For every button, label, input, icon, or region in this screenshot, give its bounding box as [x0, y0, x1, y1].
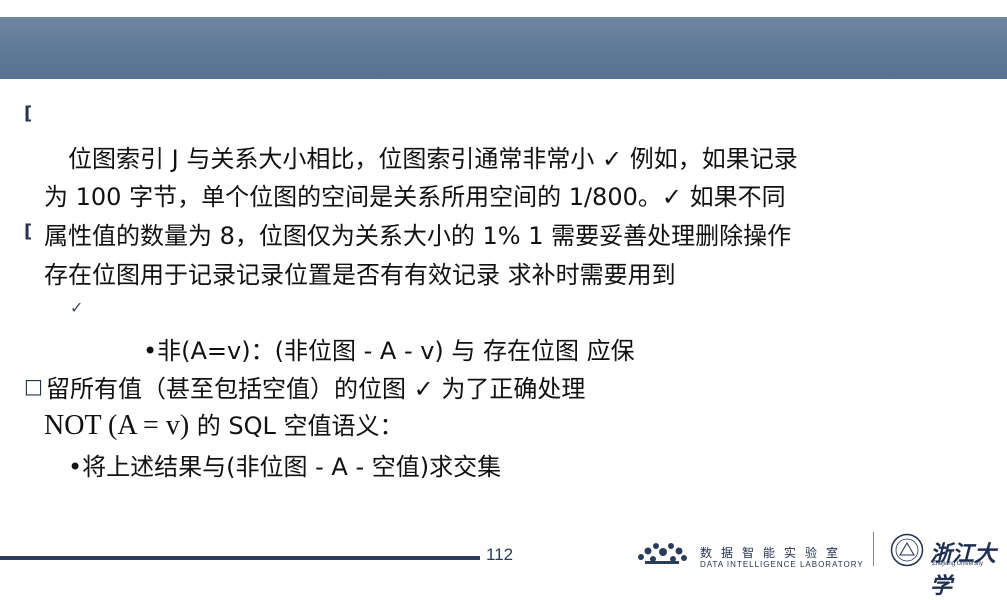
- text-line-2: 为 100 字节，单个位图的空间是关系所用空间的 1/800。✓ 如果不同: [44, 183, 786, 211]
- text-line-6: 留所有值（甚至包括空值）的位图 ✓ 为了正确处理: [46, 375, 586, 403]
- footer-rule: [0, 556, 480, 560]
- bullet-marker-1: [: [24, 103, 33, 124]
- university-name-cn: 浙江大学: [930, 541, 997, 599]
- university-seal-icon: [890, 533, 924, 567]
- lab-logo-icon: [638, 543, 687, 564]
- check-icon: ✓: [70, 298, 84, 317]
- text-line-5: •非(A=v)：(非位图 - A - v) 与 存在位图 应保: [143, 337, 635, 365]
- text-line-1: 位图索引 J 与关系大小相比，位图索引通常非常小 ✓ 例如，如果记录: [68, 145, 798, 173]
- text-line-3: 属性值的数量为 8，位图仅为关系大小的 1% 1 需要妥善处理删除操作: [44, 222, 792, 250]
- text-line-8: •将上述结果与(非位图 - A - 空值)求交集: [68, 453, 502, 481]
- page-number: 112: [486, 545, 514, 564]
- bullet-marker-3: □: [24, 374, 43, 398]
- math-expression: NOT (A = v): [44, 410, 190, 441]
- bullet-marker-2: [: [24, 221, 33, 242]
- text-line-7: NOT (A = v) 的 SQL 空值语义：: [44, 410, 404, 442]
- footer-divider: [873, 532, 874, 566]
- lab-name-cn: 数据智能实验室: [700, 546, 848, 560]
- text-line-7-rest: 的 SQL 空值语义：: [189, 412, 404, 440]
- header-bar: [0, 17, 1007, 79]
- lab-name-en: DATA INTELLIGENCE LABORATORY: [700, 560, 864, 569]
- text-line-4: 存在位图用于记录记录位置是否有有效记录 求补时需要用到: [44, 261, 676, 289]
- university-name-en: Zhejiang University: [932, 561, 984, 567]
